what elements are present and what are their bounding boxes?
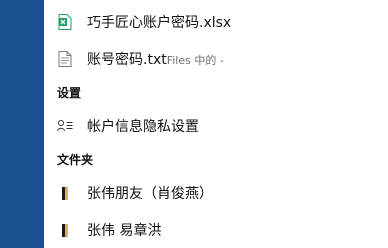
excel-file-icon (57, 14, 73, 30)
search-results-panel: 巧手匠心账户密码.xlsx 账号密码.txtFiles 中的 - 设置 帐户信息… (44, 0, 388, 248)
folder-icon (57, 222, 73, 238)
result-item-text-file[interactable]: 账号密码.txtFiles 中的 - (44, 42, 388, 76)
result-item-label: 账号密码.txtFiles 中的 - (87, 49, 224, 69)
left-accent-strip (0, 0, 44, 248)
result-item-folder-2[interactable]: 张伟 易章洪 (44, 213, 388, 247)
result-item-location: Files 中的 - (166, 54, 224, 67)
result-item-excel-file[interactable]: 巧手匠心账户密码.xlsx (44, 5, 388, 39)
text-file-icon (57, 51, 73, 67)
section-header-folders: 文件夹 (57, 153, 94, 167)
result-item-folder-1[interactable]: 张伟朋友（肖俊燕） (44, 176, 388, 210)
result-item-label: 帐户信息隐私设置 (87, 119, 199, 135)
result-item-label: 张伟 易章洪 (87, 223, 162, 239)
section-header-settings: 设置 (57, 86, 82, 100)
result-item-label: 张伟朋友（肖俊燕） (87, 186, 213, 202)
account-info-icon (57, 118, 73, 134)
result-item-label: 巧手匠心账户密码.xlsx (87, 15, 232, 31)
result-item-account-privacy-settings[interactable]: 帐户信息隐私设置 (44, 109, 388, 143)
result-item-title: 账号密码.txt (87, 52, 167, 68)
folder-icon (57, 185, 73, 201)
